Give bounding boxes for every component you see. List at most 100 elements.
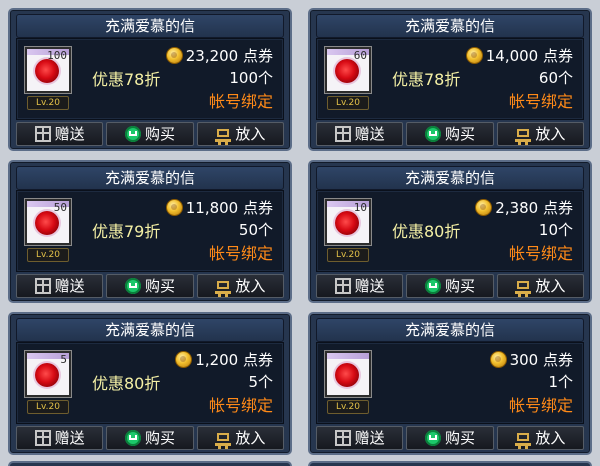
- item-icon-count: 5: [60, 353, 67, 366]
- item-title: 充满爱慕的信: [16, 318, 284, 342]
- rose-icon: [35, 363, 59, 387]
- add-to-cart-label: 放入: [535, 429, 566, 447]
- item-thumbnail[interactable]: 5: [25, 351, 71, 397]
- item-title: 充满爱慕的信: [16, 166, 284, 190]
- action-bar: 赠送 购买 放入: [16, 426, 284, 450]
- gift-button[interactable]: 赠送: [16, 122, 104, 146]
- coupon-icon: [489, 350, 507, 368]
- coupon-icon: [165, 46, 183, 64]
- level-badge: Lv.20: [327, 400, 369, 414]
- add-to-cart-label: 放入: [235, 125, 266, 143]
- add-to-cart-button[interactable]: 放入: [496, 122, 584, 146]
- shop-item-card: 充满爱慕的信 Lv.20 300 点券 1个 帐号绑定 赠送 购买 放入: [308, 312, 592, 455]
- item-thumbnail[interactable]: 10: [325, 199, 371, 245]
- buy-icon: [124, 430, 141, 446]
- item-thumbnail[interactable]: 100: [25, 47, 71, 93]
- buy-button[interactable]: 购买: [406, 122, 494, 146]
- item-thumbnail[interactable]: 60: [325, 47, 371, 93]
- discount-label: 优惠80折: [392, 222, 461, 241]
- quantity-label: 50个: [238, 221, 273, 239]
- price: 1,200 点券: [175, 349, 273, 369]
- add-to-cart-label: 放入: [235, 277, 266, 295]
- item-title: 充满爱慕的信: [316, 166, 584, 190]
- action-bar: 赠送 购买 放入: [316, 122, 584, 146]
- item-thumbnail[interactable]: [325, 351, 371, 397]
- buy-button-label: 购买: [144, 429, 175, 447]
- discount-label: 优惠79折: [92, 222, 161, 241]
- add-to-cart-button[interactable]: 放入: [496, 426, 584, 450]
- gift-button[interactable]: 赠送: [16, 274, 104, 298]
- buy-button[interactable]: 购买: [106, 426, 194, 450]
- item-details: 60 Lv.20 14,000 点券 优惠78折 60个 帐号绑定: [316, 38, 584, 120]
- gift-button-label: 赠送: [54, 125, 85, 143]
- cart-icon: [215, 278, 232, 297]
- buy-icon: [124, 126, 141, 142]
- price-value: 1,200 点券: [195, 350, 273, 369]
- action-bar: 赠送 购买 放入: [316, 426, 584, 450]
- gift-button[interactable]: 赠送: [316, 122, 404, 146]
- rose-icon: [335, 363, 359, 387]
- gift-button[interactable]: 赠送: [316, 274, 404, 298]
- quantity-label: 100个: [229, 69, 273, 87]
- add-to-cart-button[interactable]: 放入: [196, 274, 284, 298]
- shop-item-card: 充满爱慕的信 100 Lv.20 23,200 点券 优惠78折 100个 帐号…: [8, 8, 292, 151]
- shop-item-card: 充满爱慕的信 5 Lv.20 1,200 点券 优惠80折 5个 帐号绑定 赠送: [8, 312, 292, 455]
- gift-button-label: 赠送: [354, 277, 385, 295]
- binding-label: 帐号绑定: [508, 92, 573, 111]
- buy-icon: [424, 430, 441, 446]
- level-badge: Lv.20: [327, 248, 369, 262]
- buy-button-label: 购买: [144, 277, 175, 295]
- item-title: 充满爱慕的信: [16, 14, 284, 38]
- quantity-label: 10个: [538, 221, 573, 239]
- buy-icon: [124, 278, 141, 294]
- gift-button-label: 赠送: [354, 429, 385, 447]
- gift-icon: [334, 126, 351, 142]
- rose-icon: [335, 211, 359, 235]
- buy-button[interactable]: 购买: [406, 274, 494, 298]
- buy-button-label: 购买: [144, 125, 175, 143]
- cart-icon: [515, 278, 532, 297]
- binding-label: 帐号绑定: [208, 92, 273, 111]
- item-title: 充满爱慕的信: [316, 318, 584, 342]
- level-badge: Lv.20: [27, 96, 69, 110]
- item-details: Lv.20 300 点券 1个 帐号绑定: [316, 342, 584, 424]
- price-value: 300 点券: [509, 350, 573, 369]
- price-value: 23,200 点券: [185, 46, 273, 65]
- add-to-cart-button[interactable]: 放入: [196, 122, 284, 146]
- action-bar: 赠送 购买 放入: [16, 274, 284, 298]
- add-to-cart-button[interactable]: 放入: [196, 426, 284, 450]
- add-to-cart-button[interactable]: 放入: [496, 274, 584, 298]
- price-value: 14,000 点券: [485, 46, 573, 65]
- gift-icon: [334, 430, 351, 446]
- buy-button[interactable]: 购买: [406, 426, 494, 450]
- binding-label: 帐号绑定: [208, 244, 273, 263]
- item-icon-count: 100: [47, 49, 67, 62]
- price: 11,800 点券: [165, 197, 273, 217]
- item-thumbnail[interactable]: 50: [25, 199, 71, 245]
- shop-item-grid: 充满爱慕的信 100 Lv.20 23,200 点券 优惠78折 100个 帐号…: [0, 0, 600, 466]
- item-details: 50 Lv.20 11,800 点券 优惠79折 50个 帐号绑定: [16, 190, 284, 272]
- coupon-icon: [465, 46, 483, 64]
- item-details: 100 Lv.20 23,200 点券 优惠78折 100个 帐号绑定: [16, 38, 284, 120]
- buy-button-label: 购买: [444, 429, 475, 447]
- quantity-label: 5个: [248, 373, 273, 391]
- binding-label: 帐号绑定: [508, 244, 573, 263]
- rose-icon: [35, 59, 59, 83]
- item-icon-count: 10: [353, 201, 367, 214]
- quantity-label: 1个: [548, 373, 573, 391]
- coupon-icon: [175, 350, 193, 368]
- buy-button[interactable]: 购买: [106, 122, 194, 146]
- gift-button[interactable]: 赠送: [16, 426, 104, 450]
- item-title: 充满爱慕的信: [316, 14, 584, 38]
- buy-button[interactable]: 购买: [106, 274, 194, 298]
- shop-item-card: 充满爱慕的信 10 Lv.20 2,380 点券 优惠80折 10个 帐号绑定 …: [308, 160, 592, 303]
- action-bar: 赠送 购买 放入: [16, 122, 284, 146]
- action-bar: 赠送 购买 放入: [316, 274, 584, 298]
- quantity-label: 60个: [538, 69, 573, 87]
- gift-button[interactable]: 赠送: [316, 426, 404, 450]
- level-badge: Lv.20: [327, 96, 369, 110]
- cart-icon: [515, 126, 532, 145]
- price-value: 11,800 点券: [185, 198, 273, 217]
- next-card-edge: [8, 461, 292, 466]
- gift-button-label: 赠送: [354, 125, 385, 143]
